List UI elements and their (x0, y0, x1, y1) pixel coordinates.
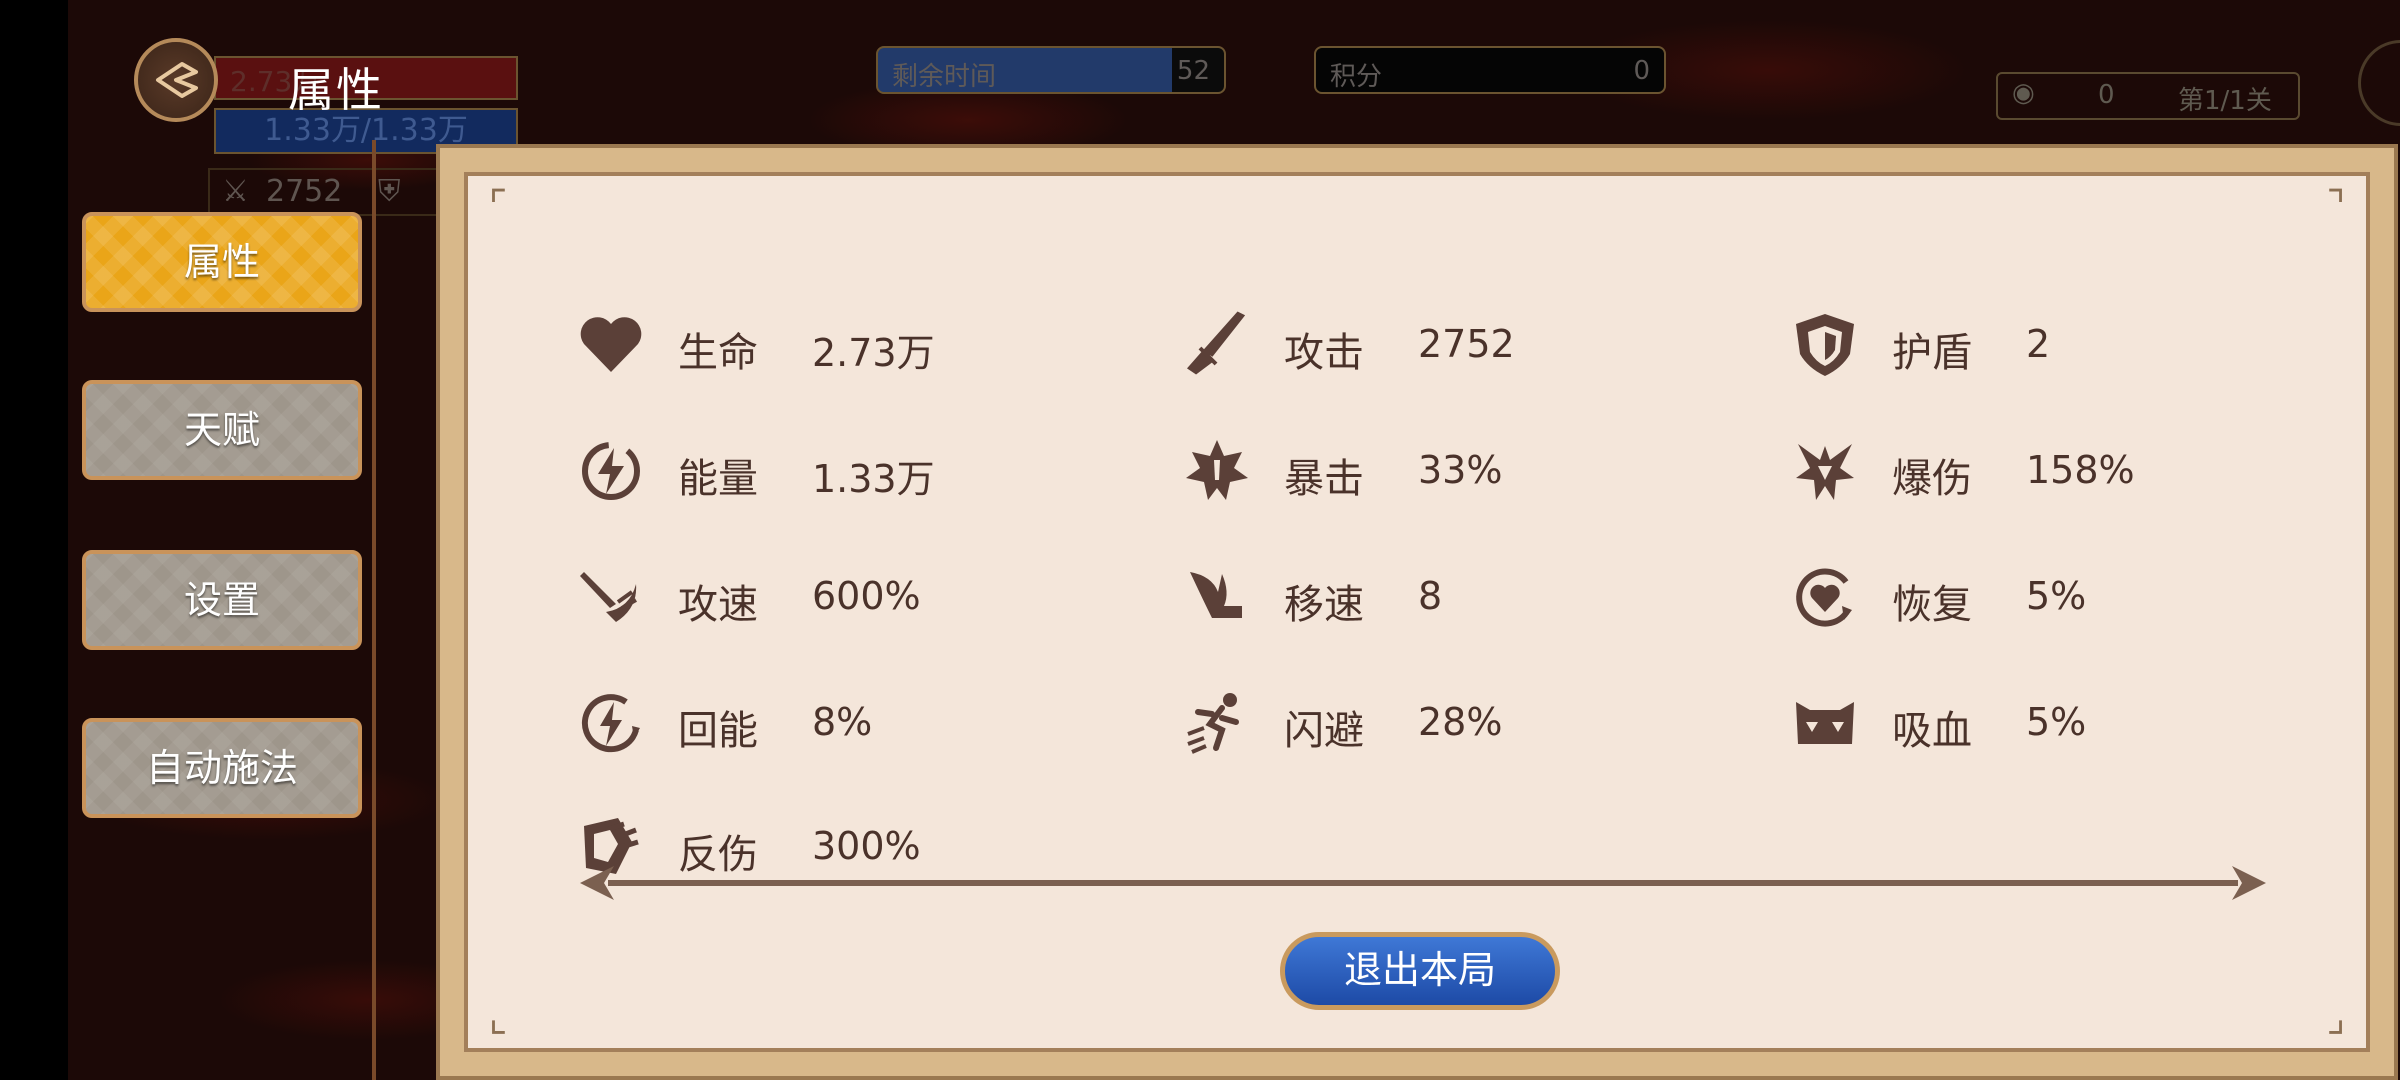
stat-attack: 攻击 2752 (1182, 310, 1742, 380)
stat-hp: 生命 2.73万 (576, 310, 1136, 380)
page-title: 属性 (288, 63, 384, 117)
stat-name: 攻击 (1284, 330, 1364, 376)
move-speed-icon (1190, 572, 1242, 618)
score-value: 0 (1633, 56, 1650, 86)
stat-energy: 能量 1.33万 (576, 436, 1136, 506)
stat-regen: 恢复 5% (1790, 562, 2350, 632)
stat-name: 爆伤 (1892, 456, 1972, 502)
stat-value: 2752 (1418, 322, 1515, 366)
stat-move-speed: 移速 8 (1182, 562, 1742, 632)
stat-crit: 暴击 33% (1182, 436, 1742, 506)
lifesteal-icon (1796, 702, 1854, 744)
score-label: 积分 (1330, 62, 1383, 92)
mini-shield-icon: ⛨ (378, 174, 401, 209)
stat-name: 生命 (678, 330, 758, 376)
attack-speed-icon (580, 572, 637, 622)
crit-icon (1186, 440, 1248, 500)
tab-attributes[interactable]: 属性 (82, 212, 362, 312)
score-bar: 积分 0 (1314, 46, 1666, 94)
stat-energy-regen: 回能 8% (576, 688, 1136, 758)
attributes-panel: ⌜ ⌝ ⌞ ⌟ 生命 2.73万 攻击 2752 护盾 2 能量 1.33万 暴… (436, 144, 2398, 1080)
tab-settings[interactable]: 设置 (82, 550, 362, 650)
coin-icon: ◉ (2012, 78, 2035, 108)
heart-icon (580, 317, 642, 372)
corner-ornament-tl: ⌜ (488, 183, 508, 229)
level-text: 第1/1关 (2178, 86, 2272, 116)
stat-name: 恢复 (1892, 582, 1972, 628)
corner-ornament-bl: ⌞ (488, 995, 508, 1041)
stat-name: 回能 (678, 708, 758, 754)
sidebar-divider (372, 140, 376, 1080)
tab-auto-cast[interactable]: 自动施法 (82, 718, 362, 818)
back-arrow-icon (156, 62, 198, 98)
stat-value: 28% (1418, 700, 1503, 744)
stat-value: 158% (2026, 448, 2135, 492)
stat-dodge: 闪避 28% (1182, 688, 1742, 758)
stat-lifesteal: 吸血 5% (1790, 688, 2350, 758)
stat-name: 能量 (678, 456, 758, 502)
energy-regen-icon (581, 694, 640, 753)
menu-icon (2358, 40, 2400, 126)
stat-attack-speed: 攻速 600% (576, 562, 1136, 632)
stat-value: 1.33万 (812, 457, 935, 501)
stat-crit-damage: 爆伤 158% (1790, 436, 2350, 506)
level-info: ◉ 0 第1/1关 (1996, 72, 2300, 120)
divider-arrow (580, 866, 2266, 900)
stat-name: 移速 (1284, 582, 1364, 628)
regen-icon (1796, 568, 1852, 627)
mini-attack-text: 2752 (266, 174, 343, 209)
coins-text: 0 (2098, 80, 2115, 110)
sword-icon (1186, 311, 1246, 375)
stat-name: 攻速 (678, 582, 758, 628)
stat-name: 护盾 (1892, 330, 1972, 376)
shield-icon (1796, 314, 1854, 376)
dodge-icon (1187, 693, 1239, 754)
corner-ornament-tr: ⌝ (2326, 183, 2346, 229)
stat-value: 600% (812, 574, 921, 618)
stat-value: 8% (812, 700, 873, 744)
corner-ornament-br: ⌟ (2326, 995, 2346, 1041)
mini-sword-icon: ⚔ (222, 174, 249, 209)
stat-value: 8 (1418, 574, 1443, 618)
tab-talents[interactable]: 天赋 (82, 380, 362, 480)
stat-name: 暴击 (1284, 456, 1364, 502)
time-value: 52 (1176, 56, 1210, 86)
stat-value: 2 (2026, 322, 2051, 366)
stat-shield: 护盾 2 (1790, 310, 2350, 380)
stat-value: 5% (2026, 574, 2087, 618)
exit-game-button[interactable]: 退出本局 (1280, 932, 1560, 1010)
crit-damage-icon (1796, 444, 1854, 500)
stat-value: 33% (1418, 448, 1503, 492)
time-remaining-bar: 剩余时间 52 (876, 46, 1226, 94)
stat-name: 吸血 (1892, 708, 1972, 754)
stat-value: 5% (2026, 700, 2087, 744)
back-button[interactable] (134, 38, 218, 122)
energy-icon (582, 442, 640, 500)
time-label: 剩余时间 (892, 62, 997, 92)
stat-name: 闪避 (1284, 708, 1364, 754)
stat-value: 2.73万 (812, 331, 935, 375)
